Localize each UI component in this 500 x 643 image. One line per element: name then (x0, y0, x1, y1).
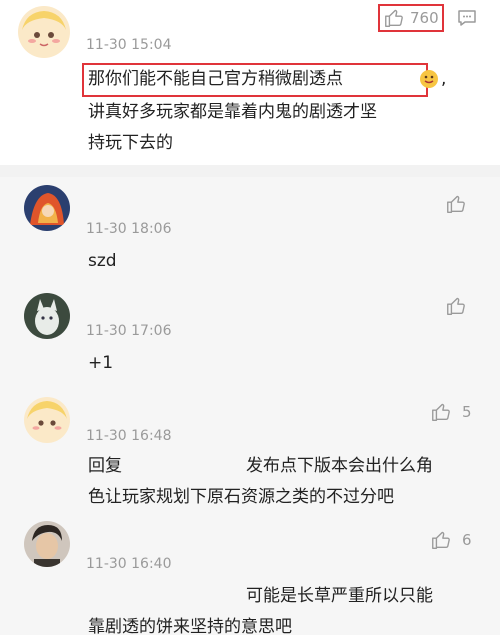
comment-text-line1: 那你们能不能自己官方稍微剧透点 (88, 69, 343, 89)
avatar[interactable] (24, 185, 70, 231)
reply-timestamp: 11-30 17:06 (86, 323, 172, 339)
reply-text-line2: 靠剧透的饼来坚持的意思吧 (88, 617, 292, 637)
comment-text-line3: 持玩下去的 (88, 133, 173, 153)
comment-text-punctuation: , (441, 69, 447, 89)
reply-timestamp: 11-30 16:40 (86, 556, 172, 572)
comment-timestamp: 11-30 15:04 (86, 37, 172, 53)
thumbs-up-icon[interactable] (445, 193, 467, 215)
reply-text: szd (88, 251, 117, 271)
reply-timestamp: 11-30 16:48 (86, 428, 172, 444)
avatar[interactable] (24, 521, 70, 567)
like-count: 760 (410, 9, 439, 27)
emoji-icon (419, 69, 439, 89)
reply-text-line2: 色让玩家规划下原石资源之类的不过分吧 (88, 487, 394, 507)
avatar[interactable] (18, 6, 70, 58)
avatar[interactable] (24, 397, 70, 443)
list-item: 6 11-30 16:40 可能是长草严重所以只能 靠剧透的饼来坚持的意思吧 (0, 517, 500, 637)
thumbs-up-icon[interactable] (430, 529, 452, 551)
list-item: 11-30 18:06 szd (0, 177, 500, 285)
thumbs-up-icon[interactable] (383, 7, 405, 29)
reply-timestamp: 11-30 18:06 (86, 221, 172, 237)
section-divider (0, 165, 500, 177)
like-count: 6 (462, 531, 472, 549)
list-item: 5 11-30 16:48 回复 发布点下版本会出什么角 色让玩家规划下原石资源… (0, 391, 500, 517)
list-item: 11-30 17:06 +1 (0, 285, 500, 391)
comment-text-line2: 讲真好多玩家都是靠着内鬼的剧透才坚 (88, 102, 377, 122)
reply-text: +1 (88, 353, 114, 373)
reply-text-line1: 可能是长草严重所以只能 (246, 586, 433, 606)
main-comment: 11-30 15:04 760 那你们能不能自己官方稍微剧透点 , 讲真好多玩家… (0, 0, 500, 165)
thumbs-up-icon[interactable] (445, 295, 467, 317)
avatar[interactable] (24, 293, 70, 339)
comment-bubble-icon[interactable] (457, 9, 477, 27)
reply-text-line1: 发布点下版本会出什么角 (246, 456, 433, 476)
redacted-username (126, 455, 238, 477)
like-count: 5 (462, 403, 472, 421)
reply-prefix: 回复 (88, 456, 122, 476)
replies-list: 11-30 18:06 szd 11-30 17:06 +1 5 11-30 1… (0, 177, 500, 637)
redacted-username (86, 399, 126, 411)
thumbs-up-icon[interactable] (430, 401, 452, 423)
